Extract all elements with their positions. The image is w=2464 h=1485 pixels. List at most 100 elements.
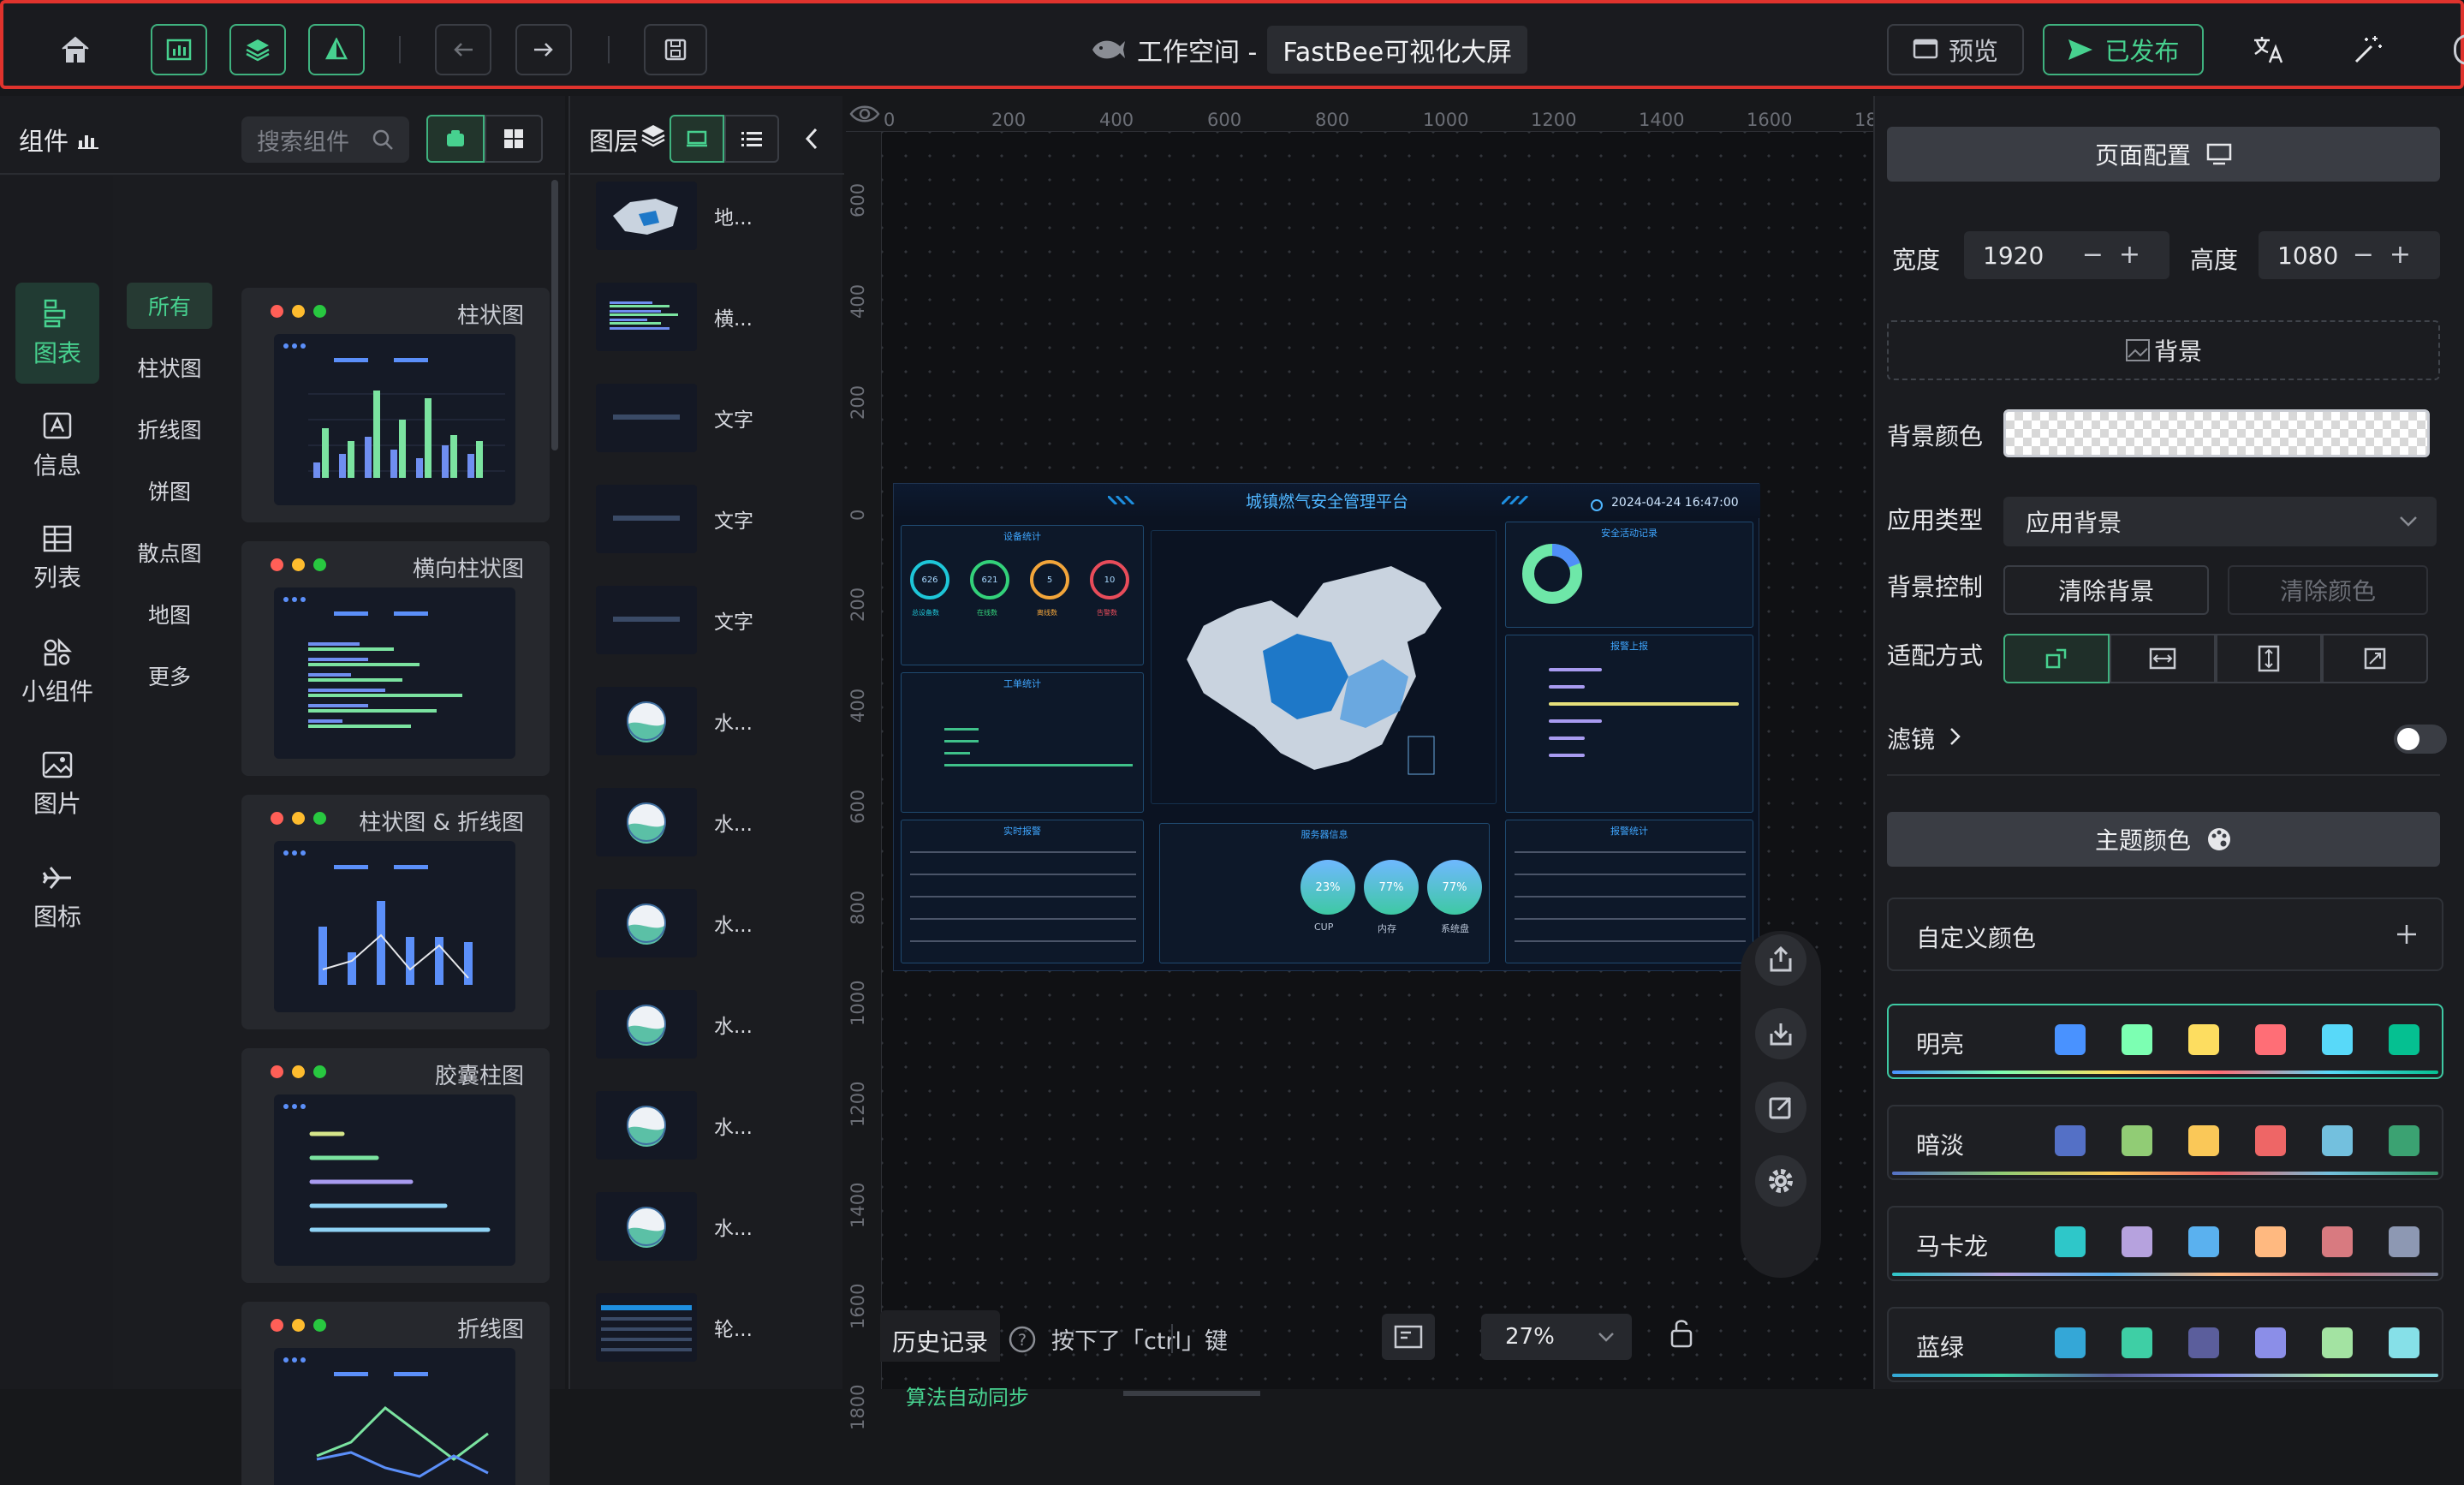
settings-button[interactable] (1755, 1155, 1806, 1207)
layer-item[interactable]: 文字 (596, 382, 818, 454)
category-widget[interactable]: 小组件 (15, 622, 99, 723)
page-config-header: 页面配置 (1887, 127, 2440, 182)
component-search[interactable]: 搜索组件 (241, 116, 409, 163)
export-button[interactable] (1755, 934, 1806, 986)
component-card-line[interactable]: 折线图 (241, 1302, 550, 1485)
bg-color-picker[interactable] (2003, 409, 2430, 457)
layer-thumbnail (596, 687, 697, 755)
edit-button[interactable] (1755, 1082, 1806, 1133)
collapse-layers-button[interactable] (795, 122, 829, 156)
category-info[interactable]: 信息 (15, 396, 99, 497)
subcategory-more[interactable]: 更多 (127, 653, 212, 699)
category-list[interactable]: 列表 (15, 509, 99, 610)
plus-icon[interactable] (2396, 923, 2418, 945)
ruler-left: 600 400 200 0 200 400 600 800 1000 1200 1400 1600 18… (846, 132, 882, 1430)
category-icon[interactable]: 图标 (15, 848, 99, 949)
home-icon (62, 36, 89, 63)
thumbnail-view-button[interactable] (670, 115, 724, 163)
bar-chart-icon (78, 135, 99, 149)
theme-option[interactable]: 马卡龙 (1887, 1206, 2443, 1281)
height-stepper[interactable]: −+ (2353, 240, 2426, 270)
grid-view-button[interactable] (485, 115, 543, 163)
panel-title: 工单统计 (1003, 678, 1041, 689)
layer-item[interactable]: 横... (596, 281, 818, 353)
layer-item[interactable]: 文字 (596, 584, 818, 656)
subcategory-line[interactable]: 折线图 (127, 406, 212, 452)
eye-icon[interactable] (849, 103, 880, 125)
dashboard-screen[interactable]: 城镇燃气安全管理平台 2024-04-24 16:47:00 设备统计 626 … (893, 483, 1760, 971)
layers-toggle-button[interactable] (229, 24, 286, 75)
card-view-button[interactable] (426, 115, 485, 163)
minimap-button[interactable] (1382, 1314, 1435, 1360)
width-input[interactable]: 1920 −+ (1964, 231, 2169, 279)
subcategory-all[interactable]: 所有 (127, 283, 212, 329)
clear-color-button[interactable]: 清除颜色 (2228, 565, 2428, 615)
subcategory-scatter[interactable]: 散点图 (127, 529, 212, 576)
fit-mode-default[interactable] (2003, 634, 2110, 683)
history-tab[interactable]: 历史记录 (880, 1310, 1001, 1362)
theme-option[interactable]: 明亮 (1887, 1004, 2443, 1079)
theme-option[interactable]: 暗淡 (1887, 1105, 2443, 1180)
fit-mode-height[interactable] (2216, 634, 2322, 683)
magic-wand-button[interactable] (2342, 24, 2394, 75)
project-name[interactable]: FastBee可视化大屏 (1267, 26, 1528, 74)
layer-item[interactable]: 水... (596, 988, 818, 1060)
component-scrollbar[interactable] (551, 180, 558, 450)
clear-background-button[interactable]: 清除背景 (2003, 565, 2209, 615)
category-label: 图标 (33, 903, 81, 931)
publish-button[interactable]: 已发布 (2043, 24, 2204, 75)
layer-thumbnail (596, 889, 697, 957)
height-input[interactable]: 1080 −+ (2259, 231, 2440, 279)
zoom-select[interactable]: 27% (1481, 1314, 1632, 1360)
apply-type-select[interactable]: 应用背景 (2003, 497, 2437, 546)
unlock-icon[interactable] (1669, 1317, 1693, 1350)
layer-item[interactable]: 地... (596, 180, 818, 252)
component-card-bar-line[interactable]: 柱状图 & 折线图 (241, 795, 550, 1029)
subcategory-map[interactable]: 地图 (127, 591, 212, 637)
custom-color-row[interactable]: 自定义颜色 (1887, 898, 2443, 971)
width-stepper[interactable]: −+ (2082, 240, 2156, 270)
subcategory-pie[interactable]: 饼图 (127, 468, 212, 514)
layer-item[interactable]: 水... (596, 887, 818, 959)
fit-mode-width[interactable] (2110, 634, 2216, 683)
filter-toggle[interactable] (2394, 725, 2447, 754)
fit-full-icon (2364, 647, 2386, 670)
ruler-tick-label: 1600 (848, 1283, 868, 1329)
panel-title: 实时报警 (1003, 826, 1041, 837)
undo-button[interactable] (435, 24, 491, 75)
editor-canvas[interactable]: 0 200 400 600 800 1000 1200 1400 1600 1800 600 400… (846, 96, 1900, 1430)
details-toggle-button[interactable] (308, 24, 365, 75)
background-image-upload[interactable]: 背景 (1887, 320, 2440, 380)
layer-item[interactable]: 水... (596, 1089, 818, 1161)
layer-item[interactable]: 轮... (596, 1291, 818, 1363)
layer-name: 水... (714, 814, 753, 836)
subcategory-bar[interactable]: 柱状图 (127, 344, 212, 391)
category-chart[interactable]: 图表 (15, 283, 99, 384)
layer-item[interactable]: 水... (596, 786, 818, 858)
language-button[interactable] (2243, 24, 2294, 75)
color-swatch (2122, 1226, 2152, 1257)
list-view-button[interactable] (724, 115, 779, 163)
component-card-bar[interactable]: 柱状图 (241, 288, 550, 522)
auto-sync-text: 算法自动同步 (906, 1386, 1029, 1410)
charts-toggle-button[interactable] (151, 24, 207, 75)
theme-option[interactable]: 蓝绿 (1887, 1307, 2443, 1382)
layer-item[interactable]: 水... (596, 685, 818, 757)
help-icon[interactable]: ? (1009, 1326, 1036, 1353)
home-button[interactable] (48, 24, 103, 75)
import-button[interactable] (1755, 1008, 1806, 1059)
capsule-bar-preview (274, 1094, 515, 1266)
category-image[interactable]: 图片 (15, 735, 99, 836)
color-swatch (2055, 1024, 2086, 1055)
fit-mode-full[interactable] (2322, 634, 2428, 683)
component-card-horizontal-bar[interactable]: 横向柱状图 (241, 541, 550, 776)
layer-item[interactable]: 水... (596, 1190, 818, 1262)
layer-name: 水... (714, 1117, 753, 1139)
save-button[interactable] (644, 24, 707, 75)
user-avatar[interactable] (2454, 34, 2464, 65)
chevron-right-icon[interactable] (1949, 726, 1962, 747)
redo-button[interactable] (515, 24, 572, 75)
layer-item[interactable]: 文字 (596, 483, 818, 555)
preview-button[interactable]: 预览 (1887, 24, 2024, 75)
component-card-capsule[interactable]: 胶囊柱图 (241, 1048, 550, 1283)
